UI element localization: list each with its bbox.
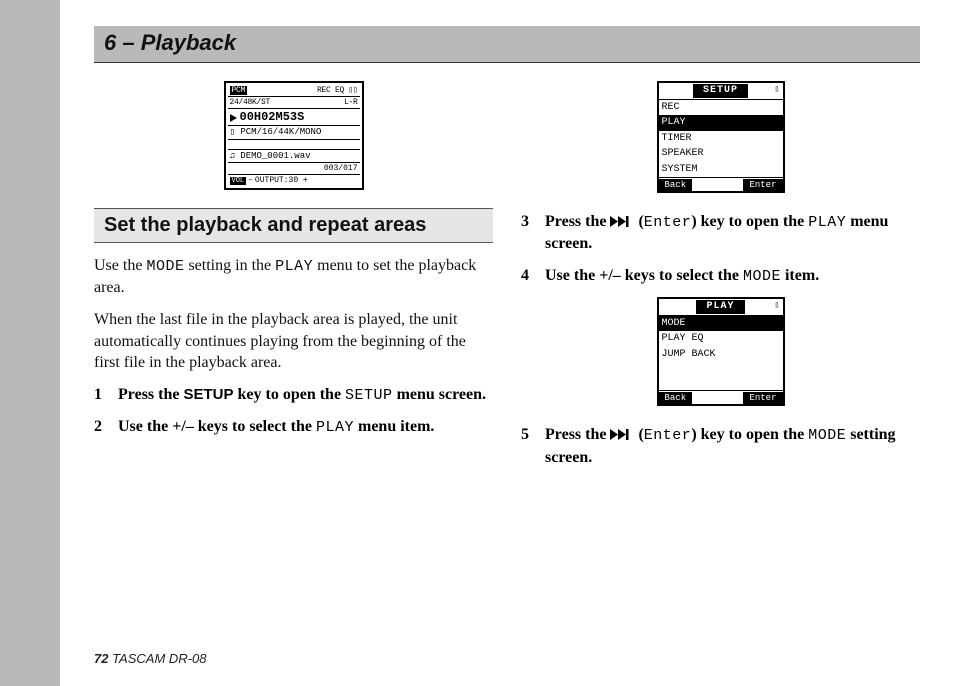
softkey-enter: Enter <box>743 392 782 404</box>
lcd-setup-menu: SETUP ▯ REC PLAY TIMER SPEAKER SYSTEM Ba… <box>657 81 785 193</box>
battery-icon: ▯ <box>775 85 780 96</box>
lcd-format: 24/48K/ST <box>230 98 271 107</box>
menu-item-play: PLAY <box>659 115 783 131</box>
softkey-back: Back <box>659 392 693 404</box>
chapter-title: 6 – Playback <box>104 30 910 56</box>
menu-item-mode: MODE <box>659 316 783 332</box>
lcd-time: 00H02M53S <box>240 111 305 125</box>
step-5: 5 Press the (Enter) key to open the MODE… <box>521 424 920 468</box>
footer-product: TASCAM DR-08 <box>108 651 206 666</box>
left-column: PCM REC EQ ▯▯ 24/48K/ST L-R 00H02M53S ▯ … <box>94 77 493 478</box>
lcd-output-level: OUTPUT:30 + <box>255 176 308 185</box>
menu-item-timer: TIMER <box>659 131 783 147</box>
mode-item-label: MODE <box>743 268 781 285</box>
setup-menu-label: SETUP <box>345 387 393 404</box>
menu-item-speaker: SPEAKER <box>659 146 783 162</box>
step-3: 3 Press the (Enter) key to open the PLAY… <box>521 211 920 255</box>
play-triangle-icon <box>230 114 237 122</box>
lcd-setup-wrap: SETUP ▯ REC PLAY TIMER SPEAKER SYSTEM Ba… <box>521 81 920 193</box>
softkey-back: Back <box>659 179 693 191</box>
fast-forward-icon <box>610 429 634 440</box>
lcd-lr: L-R <box>344 98 358 107</box>
play-menu-label: PLAY <box>316 419 354 436</box>
lcd-playback-wrap: PCM REC EQ ▯▯ 24/48K/ST L-R 00H02M53S ▯ … <box>94 81 493 190</box>
lcd-play-menu: PLAY ▯ MODE PLAY EQ JUMP BACK Back Enter <box>657 297 785 406</box>
enter-key-label: Enter <box>644 427 692 444</box>
play-screen-label: PLAY <box>808 214 846 231</box>
menu-item-system: SYSTEM <box>659 162 783 178</box>
lcd-vol-badge: VOL <box>230 177 247 185</box>
step-number: 4 <box>521 265 535 287</box>
step-number: 2 <box>94 416 108 438</box>
lcd-codec: PCM/16/44K/MONO <box>240 127 321 137</box>
step-number: 5 <box>521 424 535 468</box>
chapter-header: 6 – Playback <box>94 26 920 63</box>
lcd-play-wrap: PLAY ▯ MODE PLAY EQ JUMP BACK Back Enter <box>521 297 920 406</box>
menu-item-playeq: PLAY EQ <box>659 331 783 347</box>
lcd-counter: 003/017 <box>228 163 360 175</box>
manual-page: 6 – Playback PCM REC EQ ▯▯ 24/48K/ST L-R <box>60 0 954 686</box>
mode-screen-label: MODE <box>808 427 846 444</box>
page-number: 72 <box>94 651 108 666</box>
menu-item-jumpback: JUMP BACK <box>659 347 783 363</box>
step-number: 1 <box>94 384 108 406</box>
page-footer: 72 TASCAM DR-08 <box>94 651 206 666</box>
paragraph-2: When the last file in the playback area … <box>94 309 493 374</box>
lcd-playback-screen: PCM REC EQ ▯▯ 24/48K/ST L-R 00H02M53S ▯ … <box>224 81 364 190</box>
step-2: 2 Use the +/– keys to select the PLAY me… <box>94 416 493 438</box>
section-heading: Set the playback and repeat areas <box>94 208 493 243</box>
play-label: PLAY <box>275 258 313 275</box>
two-column-layout: PCM REC EQ ▯▯ 24/48K/ST L-R 00H02M53S ▯ … <box>94 77 920 478</box>
fast-forward-icon <box>610 216 634 227</box>
enter-key-label: Enter <box>644 214 692 231</box>
mode-label: MODE <box>146 258 184 275</box>
step-number: 3 <box>521 211 535 255</box>
setup-key-label: SETUP <box>183 386 233 403</box>
paragraph-1: Use the MODE setting in the PLAY menu to… <box>94 255 493 299</box>
lcd-filename: ♫ DEMO_0001.wav <box>228 150 360 163</box>
menu-title: SETUP <box>693 84 748 98</box>
step-1: 1 Press the SETUP key to open the SETUP … <box>94 384 493 406</box>
lcd-pcm-badge: PCM <box>230 86 248 95</box>
softkey-enter: Enter <box>743 179 782 191</box>
step-4: 4 Use the +/– keys to select the MODE it… <box>521 265 920 287</box>
battery-icon: ▯ <box>775 301 780 312</box>
lcd-receq-indicator: REC EQ ▯▯ <box>317 86 358 95</box>
menu-item-rec: REC <box>659 100 783 116</box>
right-column: SETUP ▯ REC PLAY TIMER SPEAKER SYSTEM Ba… <box>521 77 920 478</box>
menu-title: PLAY <box>696 300 744 314</box>
